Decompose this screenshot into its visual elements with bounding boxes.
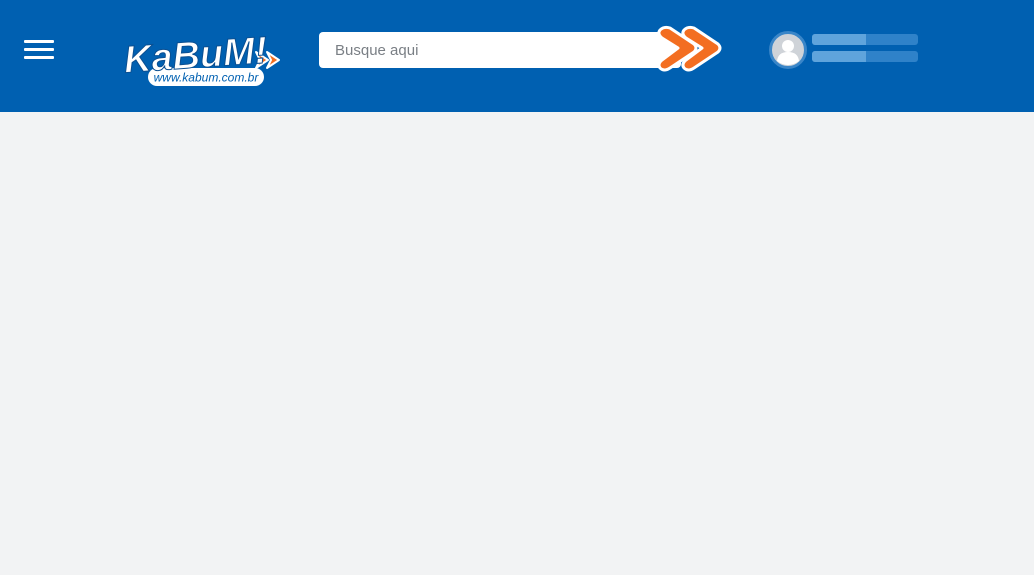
menu-line <box>24 48 54 51</box>
account-placeholder-line <box>812 51 918 62</box>
menu-line <box>24 40 54 43</box>
hamburger-menu-icon[interactable] <box>22 36 56 64</box>
double-chevron-right-icon <box>657 25 722 72</box>
account-placeholder-line <box>812 34 918 45</box>
account-loading-placeholder[interactable] <box>812 34 918 62</box>
search-submit-button[interactable] <box>654 24 726 74</box>
kabum-logo-graphic: www.kabum.com.br KaBuM! <box>122 29 280 86</box>
search-input[interactable] <box>319 32 659 68</box>
menu-line <box>24 56 54 59</box>
site-header: www.kabum.com.br KaBuM! <box>0 0 1034 112</box>
main-content <box>0 112 1034 575</box>
user-avatar-icon[interactable] <box>769 31 807 69</box>
kabum-logo[interactable]: www.kabum.com.br KaBuM! <box>120 28 286 90</box>
search-bar <box>319 32 681 68</box>
user-avatar-graphic <box>769 31 807 69</box>
